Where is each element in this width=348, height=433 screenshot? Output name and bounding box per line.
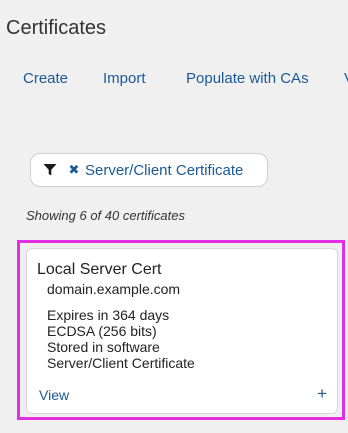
view-link[interactable]: View: [39, 387, 69, 403]
funnel-icon: [43, 163, 57, 177]
results-count: Showing 6 of 40 certificates: [26, 208, 185, 223]
certificate-storage: Stored in software: [47, 339, 160, 355]
toolbar: Create Import Populate with CAs V: [0, 70, 348, 92]
expand-plus-icon[interactable]: +: [317, 384, 327, 404]
active-filter-chip: ✖ Server/Client Certificate: [30, 153, 268, 187]
toolbar-overflow-button[interactable]: V: [344, 70, 348, 87]
page-title: Certificates: [6, 17, 107, 39]
certificate-domain: domain.example.com: [47, 281, 181, 297]
certificate-key-type: ECDSA (256 bits): [47, 323, 157, 339]
certificate-card[interactable]: Local Server Cert domain.example.com Exp…: [26, 248, 338, 414]
close-icon[interactable]: ✖: [68, 162, 80, 178]
certificate-type: Server/Client Certificate: [47, 355, 195, 371]
certificate-expiry: Expires in 364 days: [47, 307, 170, 323]
create-button[interactable]: Create: [23, 70, 68, 87]
certificate-name: Local Server Cert: [37, 261, 162, 278]
filter-label: Server/Client Certificate: [85, 161, 244, 179]
populate-with-cas-button[interactable]: Populate with CAs: [186, 70, 309, 87]
import-button[interactable]: Import: [103, 70, 146, 87]
